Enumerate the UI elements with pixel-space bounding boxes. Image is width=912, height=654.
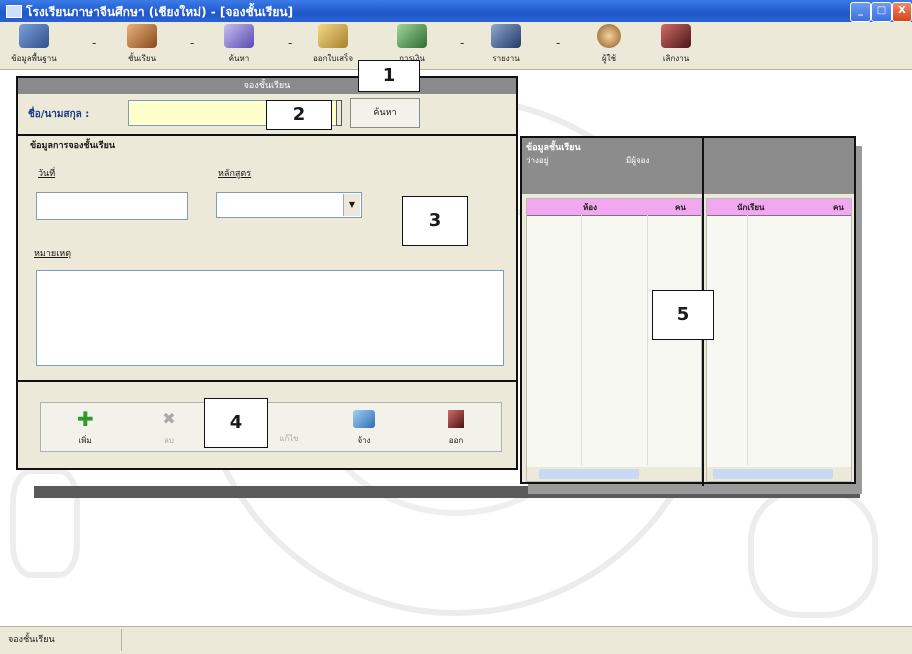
exit-icon bbox=[661, 24, 691, 48]
receipt-icon bbox=[318, 24, 348, 48]
name-label: ชื่อ/นามสกุล : bbox=[28, 109, 90, 120]
chevron-down-icon[interactable]: ▼ bbox=[343, 194, 360, 216]
search-button[interactable]: ค้นหา bbox=[350, 98, 420, 128]
toolbar-separator: - bbox=[288, 36, 293, 50]
book-icon bbox=[19, 24, 49, 48]
date-input[interactable] bbox=[36, 192, 188, 220]
minimize-button[interactable]: _ bbox=[850, 2, 871, 22]
watermark-ornament bbox=[10, 468, 80, 578]
scroll-thumb[interactable] bbox=[539, 469, 639, 479]
toolbar-report-button[interactable]: รายงาน bbox=[478, 24, 534, 68]
status-text: จองชั้นเรียน bbox=[0, 629, 122, 651]
toolbar-class-label: ชั้นเรียน bbox=[127, 54, 157, 63]
toolbar-separator: - bbox=[92, 36, 97, 50]
title-bar: โรงเรียนภาษาจีนศึกษา (เชียงใหม่) - [จองช… bbox=[0, 0, 912, 22]
exit-button[interactable]: ออก bbox=[412, 404, 500, 450]
toolbar-separator: - bbox=[190, 36, 195, 50]
booked-label: มีผู้จอง bbox=[626, 156, 650, 165]
class-panel-header: ข้อมูลชั้นเรียน ว่างอยู่ มีผู้จอง bbox=[522, 138, 854, 194]
window-title: โรงเรียนภาษาจีนศึกษา (เชียงใหม่) - [จองช… bbox=[26, 5, 294, 19]
toolbar-user-label: ผู้ใช้ bbox=[601, 54, 617, 63]
grid-line bbox=[647, 215, 648, 465]
watermark-flower bbox=[748, 488, 878, 618]
delete-label: ลบ bbox=[164, 436, 174, 445]
close-button[interactable]: X bbox=[892, 2, 912, 22]
callout-5: 5 bbox=[652, 290, 714, 340]
status-bar: จองชั้นเรียน bbox=[0, 626, 912, 654]
delete-button[interactable]: ✖ ลบ bbox=[130, 404, 208, 450]
grid-header: ห้อง คน bbox=[527, 199, 701, 216]
maximize-button[interactable]: □ bbox=[871, 2, 892, 22]
grid-line bbox=[581, 215, 582, 465]
toolbar-basic-data-label: ข้อมูลพื้นฐาน bbox=[11, 54, 57, 63]
report-icon bbox=[491, 24, 521, 48]
add-button[interactable]: ✚ เพิ่ม bbox=[42, 404, 128, 450]
available-class-grid[interactable]: ห้อง คน bbox=[526, 198, 702, 482]
divider bbox=[18, 380, 516, 382]
callout-2: 2 bbox=[266, 100, 332, 130]
grid-header-count[interactable]: คน bbox=[833, 201, 844, 214]
h-scrollbar[interactable] bbox=[527, 467, 701, 481]
grid-header-count[interactable]: คน bbox=[675, 201, 686, 214]
toolbar-search-button[interactable]: ค้นหา bbox=[212, 24, 266, 68]
save-button[interactable]: จ้าง bbox=[318, 404, 410, 450]
classroom-icon bbox=[127, 24, 157, 48]
course-select[interactable]: ▼ bbox=[216, 192, 362, 218]
save-label: จ้าง bbox=[357, 436, 371, 445]
user-icon bbox=[597, 24, 621, 48]
date-label: วันที่ bbox=[38, 169, 56, 179]
course-label: หลักสูตร bbox=[218, 169, 252, 179]
available-label: ว่างอยู่ bbox=[526, 156, 549, 165]
divider bbox=[18, 134, 516, 136]
toolbar-separator: - bbox=[460, 36, 465, 50]
toolbar-receipt-label: ออกใบเสร็จ bbox=[312, 54, 354, 63]
callout-1: 1 bbox=[358, 60, 420, 92]
grid-header-room[interactable]: ห้อง bbox=[583, 201, 597, 214]
h-scrollbar[interactable] bbox=[707, 467, 851, 481]
callout-3: 3 bbox=[402, 196, 468, 246]
scroll-thumb[interactable] bbox=[713, 469, 833, 479]
toolbar-exit-label: เลิกงาน bbox=[662, 54, 690, 63]
grid-line bbox=[747, 215, 748, 465]
app-icon bbox=[6, 5, 22, 18]
grid-header: นักเรียน คน bbox=[707, 199, 851, 216]
name-field-edge bbox=[336, 100, 342, 126]
delete-icon: ✖ bbox=[162, 409, 176, 428]
grid-header-student[interactable]: นักเรียน bbox=[737, 201, 765, 214]
booked-students-grid[interactable]: นักเรียน คน bbox=[706, 198, 852, 482]
toolbar-report-label: รายงาน bbox=[492, 54, 520, 63]
toolbar-exit-button[interactable]: เลิกงาน bbox=[652, 24, 700, 68]
note-label: หมายเหตุ bbox=[34, 249, 72, 259]
toolbar-search-label: ค้นหา bbox=[228, 54, 250, 63]
add-label: เพิ่ม bbox=[78, 436, 92, 445]
main-toolbar: ข้อมูลพื้นฐาน - ชั้นเรียน - ค้นหา - ออกใ… bbox=[0, 22, 912, 70]
toolbar-receipt-button[interactable]: ออกใบเสร็จ bbox=[300, 24, 366, 68]
exit-label: ออก bbox=[448, 436, 464, 445]
class-panel-title: ข้อมูลชั้นเรียน bbox=[526, 143, 581, 153]
door-icon bbox=[448, 410, 464, 428]
search-icon bbox=[224, 24, 254, 48]
toolbar-basic-data-button[interactable]: ข้อมูลพื้นฐาน bbox=[6, 24, 62, 68]
money-icon bbox=[397, 24, 427, 48]
booking-group-label: ข้อมูลการจองชั้นเรียน bbox=[30, 141, 116, 151]
callout-4: 4 bbox=[204, 398, 268, 448]
dialog-title: จองชั้นเรียน bbox=[18, 78, 516, 94]
plus-icon: ✚ bbox=[77, 407, 94, 431]
toolbar-class-button[interactable]: ชั้นเรียน bbox=[116, 24, 168, 68]
note-textarea[interactable] bbox=[36, 270, 504, 366]
book-save-icon bbox=[353, 410, 375, 428]
toolbar-separator: - bbox=[556, 36, 561, 50]
toolbar-user-button[interactable]: ผู้ใช้ bbox=[586, 24, 632, 68]
